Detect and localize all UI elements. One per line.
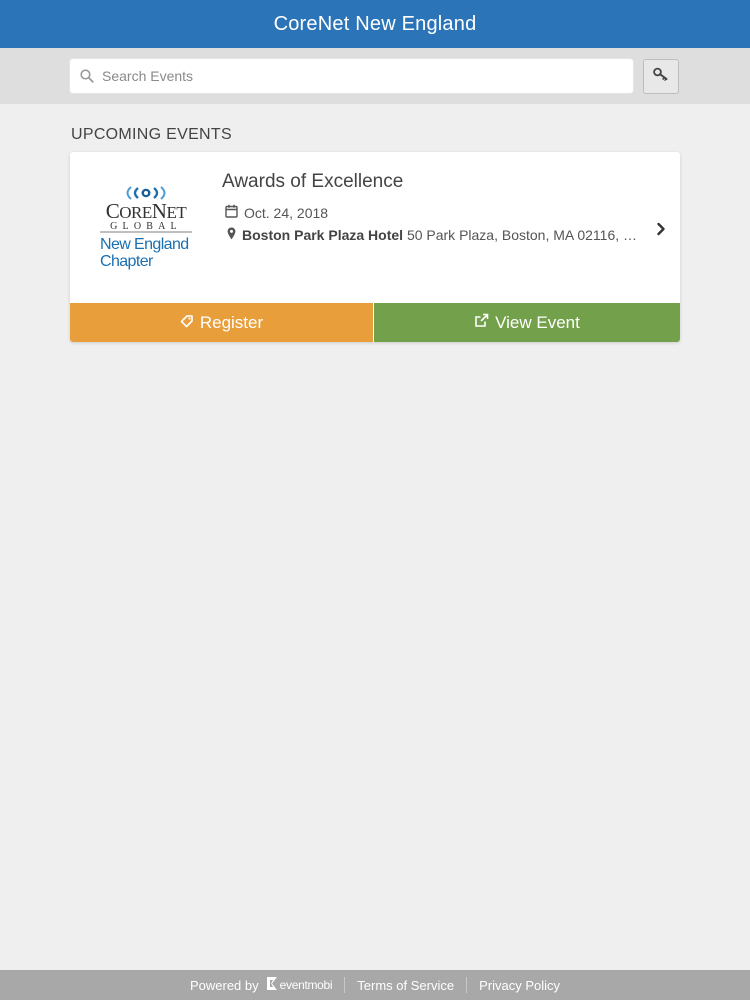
eventmobi-link[interactable]: eventmobi — [266, 976, 333, 994]
footer: Powered by eventmobi Terms of Service Pr… — [0, 970, 750, 1000]
venue-address: 50 Park Plaza, Boston, MA 02116, U... — [406, 227, 639, 243]
terms-of-service-link[interactable]: Terms of Service — [357, 978, 454, 993]
svg-text:GLOBAL: GLOBAL — [110, 221, 182, 232]
upcoming-events-heading: UPCOMING EVENTS — [71, 126, 232, 143]
top-bar: CoreNet New England — [0, 0, 750, 48]
view-event-label: View Event — [495, 312, 580, 332]
event-card: CORENET GLOBAL New England Chapter Award… — [70, 152, 680, 342]
event-title: Awards of Excellence — [222, 171, 404, 192]
privacy-policy-link[interactable]: Privacy Policy — [479, 978, 560, 993]
external-link-icon — [474, 313, 489, 333]
footer-divider — [344, 977, 346, 993]
register-button[interactable]: Register — [70, 303, 374, 342]
powered-by-text: Powered by — [189, 977, 259, 993]
tag-icon — [180, 313, 194, 333]
chevron-right-icon[interactable] — [656, 222, 666, 241]
eventmobi-logo-icon — [266, 976, 278, 994]
login-key-button[interactable] — [643, 59, 679, 94]
eventmobi-brand: eventmobi — [279, 978, 333, 992]
search-bar — [0, 48, 750, 104]
svg-text:Chapter: Chapter — [100, 253, 154, 270]
event-date-text: Oct. 24, 2018 — [244, 204, 329, 221]
corenet-logo: CORENET GLOBAL New England Chapter — [94, 182, 198, 274]
calendar-icon — [225, 204, 238, 221]
svg-text:New England: New England — [100, 236, 189, 253]
svg-text:CORENET: CORENET — [106, 199, 188, 223]
event-actions: Register View Event — [70, 303, 680, 342]
register-label: Register — [199, 312, 264, 332]
search-field[interactable] — [70, 59, 633, 93]
key-icon — [653, 67, 669, 86]
app-title: CoreNet New England — [273, 12, 477, 35]
event-location: Boston Park Plaza Hotel 50 Park Plaza, B… — [227, 227, 639, 243]
event-summary[interactable]: CORENET GLOBAL New England Chapter Award… — [70, 152, 680, 303]
venue-name: Boston Park Plaza Hotel — [242, 227, 404, 243]
view-event-button[interactable]: View Event — [374, 303, 680, 342]
map-pin-icon — [227, 227, 236, 243]
search-icon — [72, 59, 102, 93]
search-input[interactable] — [102, 59, 633, 93]
event-date: Oct. 24, 2018 — [225, 204, 328, 221]
footer-divider — [466, 977, 468, 993]
